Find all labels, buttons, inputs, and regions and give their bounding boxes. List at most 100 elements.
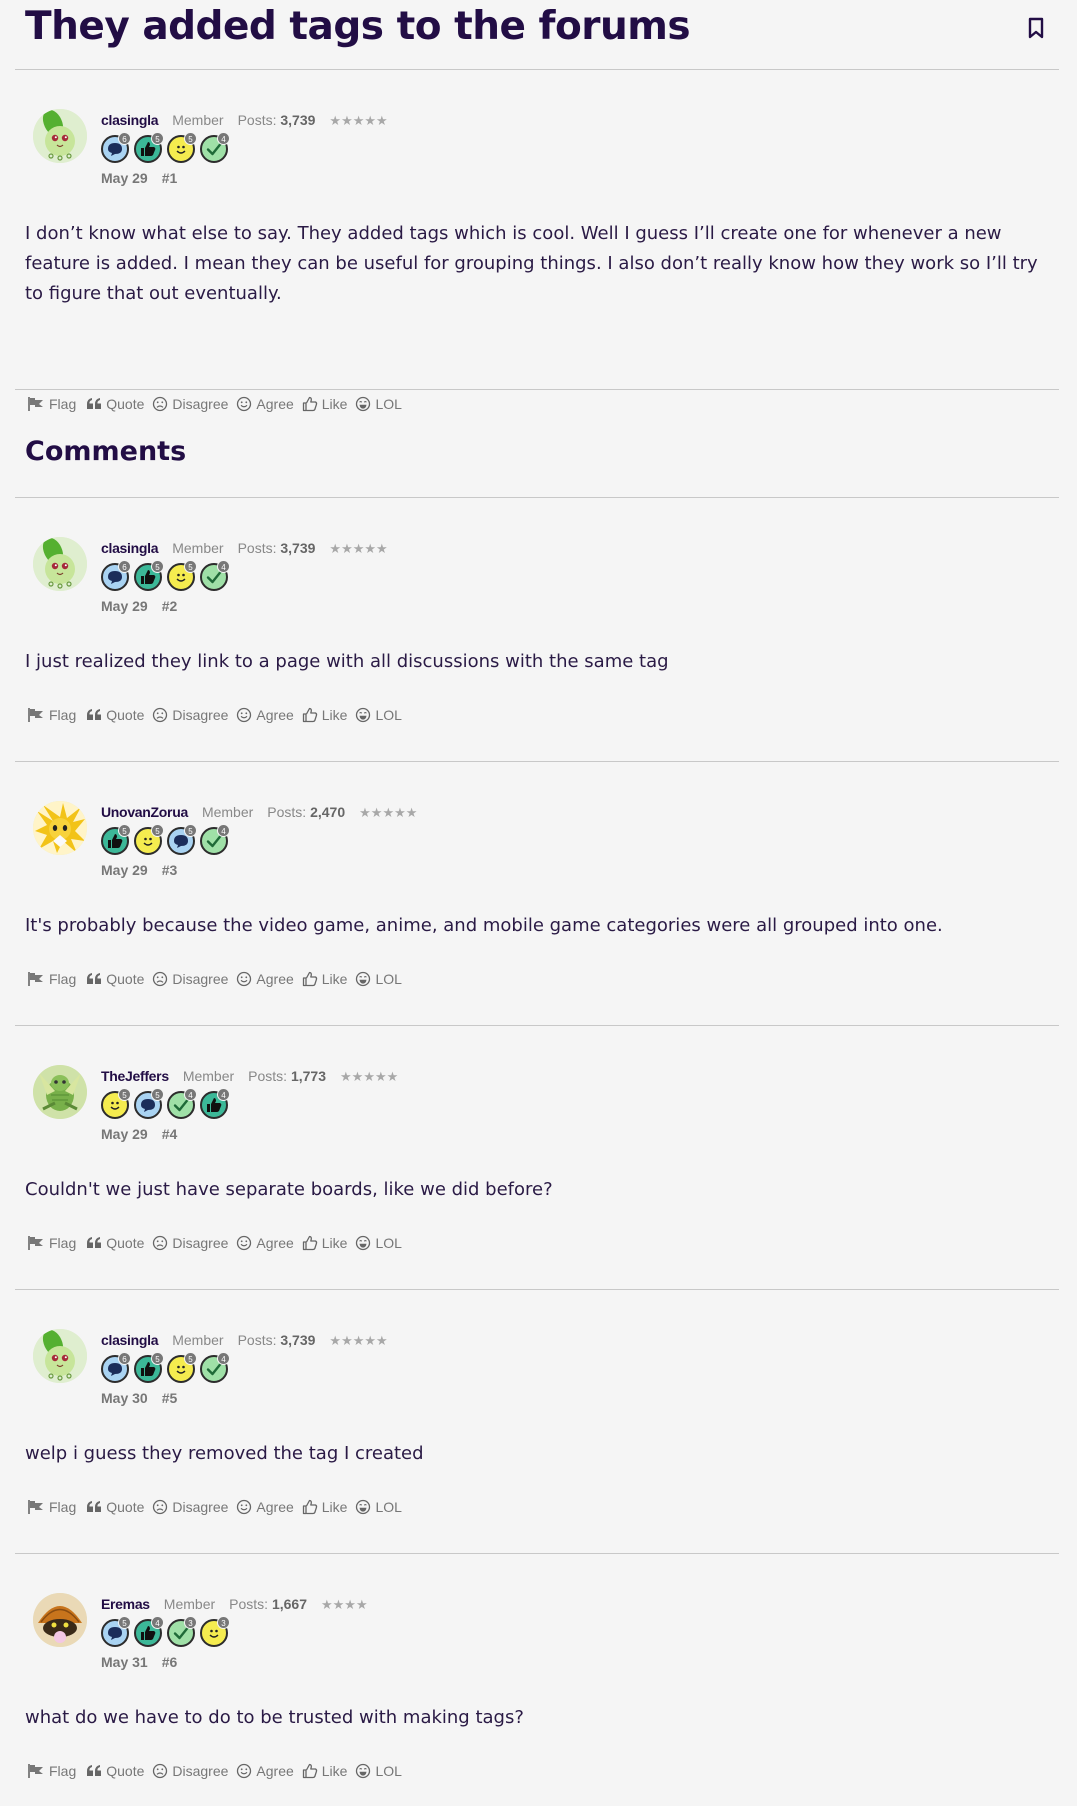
badge-agree[interactable]: 5	[134, 824, 164, 855]
badge-level: 5	[151, 1352, 164, 1365]
lol-button[interactable]: LOL	[355, 707, 402, 723]
username[interactable]: TheJeffers	[101, 1068, 169, 1084]
disagree-label: Disagree	[172, 707, 229, 723]
badge-check[interactable]: 4	[200, 1352, 230, 1383]
username[interactable]: clasingla	[101, 540, 159, 556]
quote-button[interactable]: Quote	[86, 707, 144, 723]
flag-label: Flag	[49, 707, 77, 723]
agree-button[interactable]: Agree	[236, 1763, 294, 1779]
quote-button[interactable]: Quote	[86, 1235, 144, 1251]
comments-heading: Comments	[25, 436, 187, 467]
post-date[interactable]: May 30	[101, 1390, 148, 1406]
badge-comment[interactable]: 5	[167, 824, 197, 855]
badge-like[interactable]: 5	[134, 1352, 164, 1383]
post-number[interactable]: #1	[162, 170, 178, 186]
badge-like[interactable]: 5	[101, 824, 131, 855]
post-date[interactable]: May 29	[101, 1126, 148, 1142]
badge-check[interactable]: 4	[200, 132, 230, 163]
jolteon-avatar[interactable]	[33, 801, 87, 855]
post-date[interactable]: May 29	[101, 862, 148, 878]
author-info: clasingla Member Posts: 3,739 ★★★★★	[101, 112, 388, 132]
bookmark-icon[interactable]	[1025, 14, 1047, 42]
like-button[interactable]: Like	[302, 707, 347, 723]
quote-button[interactable]: Quote	[86, 1499, 144, 1515]
post-count-value: 3,739	[280, 1332, 316, 1348]
page-title: They added tags to the forums	[25, 4, 691, 49]
chikorita-avatar[interactable]	[33, 109, 87, 163]
badge-check[interactable]: 4	[200, 824, 230, 855]
badge-like[interactable]: 4	[200, 1088, 230, 1119]
badge-agree[interactable]: 5	[167, 1352, 197, 1383]
badge-check[interactable]: 4	[200, 560, 230, 591]
post-number[interactable]: #4	[162, 1126, 178, 1142]
disagree-button[interactable]: Disagree	[152, 971, 228, 987]
badge-like[interactable]: 5	[134, 132, 164, 163]
agree-button[interactable]: Agree	[236, 707, 294, 723]
badge-agree[interactable]: 5	[167, 132, 197, 163]
flag-button[interactable]: Flag	[27, 707, 76, 723]
badge-agree[interactable]: 5	[167, 560, 197, 591]
lol-button[interactable]: LOL	[355, 1499, 402, 1515]
user-role: Member	[172, 112, 224, 128]
flag-button[interactable]: Flag	[27, 1235, 76, 1251]
post-date[interactable]: May 31	[101, 1654, 148, 1670]
flag-icon	[28, 1236, 43, 1250]
badge-agree[interactable]: 5	[101, 1088, 131, 1119]
badge-comment[interactable]: 6	[101, 132, 131, 163]
badge-comment[interactable]: 6	[101, 560, 131, 591]
chikorita-avatar[interactable]	[33, 1329, 87, 1383]
scyther-avatar[interactable]	[33, 1065, 87, 1119]
flag-button[interactable]: Flag	[27, 1499, 76, 1515]
badge-comment[interactable]: 6	[101, 1352, 131, 1383]
like-button[interactable]: Like	[302, 1499, 347, 1515]
flag-button[interactable]: Flag	[27, 971, 76, 987]
agree-label: Agree	[256, 1499, 294, 1515]
disagree-button[interactable]: Disagree	[152, 1763, 228, 1779]
badge-level: 4	[184, 1088, 197, 1101]
like-button[interactable]: Like	[302, 1763, 347, 1779]
badge-check[interactable]: 3	[167, 1616, 197, 1647]
badge-like[interactable]: 4	[134, 1616, 164, 1647]
lol-button[interactable]: LOL	[355, 1763, 402, 1779]
kabuto-avatar[interactable]	[33, 1593, 87, 1647]
quote-button[interactable]: Quote	[86, 971, 144, 987]
badge-level: 4	[151, 1616, 164, 1629]
like-button[interactable]: Like	[302, 1235, 347, 1251]
lol-button[interactable]: LOL	[355, 1235, 402, 1251]
chikorita-avatar[interactable]	[33, 537, 87, 591]
badge-level: 6	[118, 1352, 131, 1365]
post-number[interactable]: #5	[162, 1390, 178, 1406]
post-date[interactable]: May 29	[101, 598, 148, 614]
agree-button[interactable]: Agree	[236, 1235, 294, 1251]
post-date[interactable]: May 29	[101, 170, 148, 186]
badge-like[interactable]: 5	[134, 560, 164, 591]
like-icon	[302, 1763, 317, 1779]
quote-icon	[87, 1765, 102, 1776]
lol-button[interactable]: LOL	[355, 971, 402, 987]
post-count-value: 3,739	[280, 112, 316, 128]
badge-comment[interactable]: 5	[101, 1616, 131, 1647]
username[interactable]: clasingla	[101, 112, 159, 128]
agree-button[interactable]: Agree	[236, 1499, 294, 1515]
badge-level: 6	[118, 132, 131, 145]
badge-agree[interactable]: 3	[200, 1616, 230, 1647]
like-button[interactable]: Like	[302, 971, 347, 987]
flag-button[interactable]: Flag	[27, 1763, 76, 1779]
author-info: clasingla Member Posts: 3,739 ★★★★★	[101, 1332, 388, 1352]
post-number[interactable]: #2	[162, 598, 178, 614]
badge-level: 5	[184, 560, 197, 573]
disagree-button[interactable]: Disagree	[152, 1235, 228, 1251]
comment-post: clasingla Member Posts: 3,739 ★★★★★ 6 5 5 4…	[15, 498, 1059, 762]
agree-button[interactable]: Agree	[236, 971, 294, 987]
username[interactable]: UnovanZorua	[101, 804, 188, 820]
badge-comment[interactable]: 5	[134, 1088, 164, 1119]
post-count-label: Posts:	[237, 112, 277, 128]
post-number[interactable]: #3	[162, 862, 178, 878]
username[interactable]: clasingla	[101, 1332, 159, 1348]
badge-check[interactable]: 4	[167, 1088, 197, 1119]
quote-button[interactable]: Quote	[86, 1763, 144, 1779]
disagree-button[interactable]: Disagree	[152, 1499, 228, 1515]
disagree-button[interactable]: Disagree	[152, 707, 228, 723]
post-number[interactable]: #6	[162, 1654, 178, 1670]
username[interactable]: Eremas	[101, 1596, 150, 1612]
